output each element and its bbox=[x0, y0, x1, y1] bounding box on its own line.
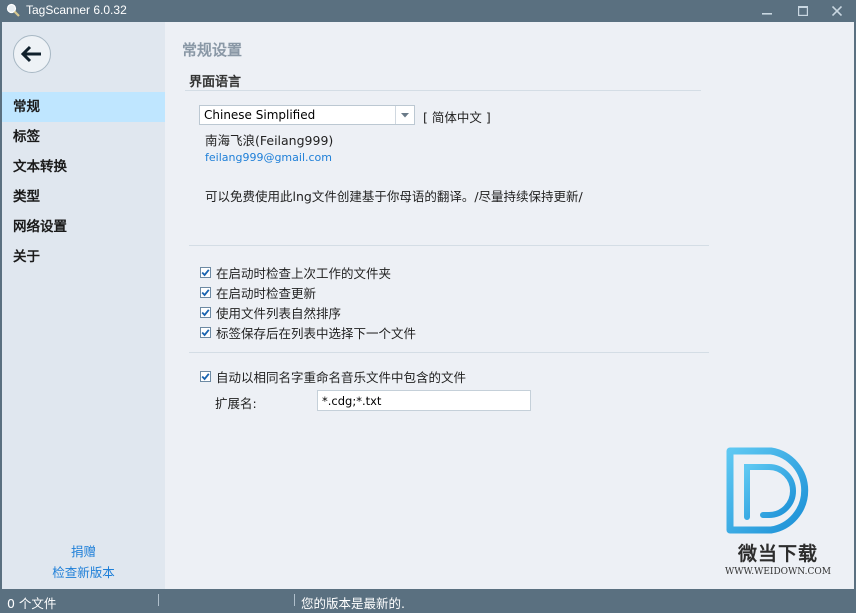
option-label: 在启动时检查上次工作的文件夹 bbox=[216, 265, 392, 281]
extensions-label: 扩展名: bbox=[215, 396, 257, 411]
checkmark-icon bbox=[201, 268, 210, 276]
maximize-button[interactable] bbox=[786, 0, 820, 22]
sidebar: 常规 标签 文本转换 类型 网络设置 关于 捐赠 检查新版本 bbox=[2, 22, 165, 589]
minimize-button[interactable] bbox=[750, 0, 784, 22]
checkmark-icon bbox=[201, 372, 210, 380]
magnifier-icon bbox=[6, 3, 20, 17]
watermark-name: 微当下载 bbox=[737, 543, 818, 565]
status-separator bbox=[294, 594, 295, 606]
status-separator bbox=[158, 594, 159, 606]
back-button[interactable] bbox=[13, 35, 51, 73]
minimize-icon bbox=[762, 13, 772, 15]
option-label: 自动以相同名字重命名音乐文件中包含的文件 bbox=[216, 369, 467, 385]
sidebar-item-network[interactable]: 网络设置 bbox=[2, 212, 165, 242]
close-button[interactable] bbox=[820, 0, 854, 22]
close-icon bbox=[832, 6, 842, 16]
section-title-language: 界面语言 bbox=[189, 75, 242, 90]
dropdown-arrow[interactable] bbox=[395, 106, 414, 124]
checkmark-icon bbox=[201, 328, 210, 336]
option-check-last-folder[interactable]: 在启动时检查上次工作的文件夹 bbox=[200, 263, 391, 281]
watermark-url: WWW.WEIDOWN.COM bbox=[725, 567, 831, 577]
window-client: 常规 标签 文本转换 类型 网络设置 关于 捐赠 检查新版本 常规设置 界面语言… bbox=[2, 22, 854, 589]
option-select-next-after-save[interactable]: 标签保存后在列表中选择下一个文件 bbox=[200, 323, 416, 341]
language-select-value: Chinese Simplified bbox=[204, 108, 316, 122]
sidebar-item-about[interactable]: 关于 bbox=[2, 242, 165, 272]
option-label: 使用文件列表自然排序 bbox=[216, 305, 342, 321]
arrow-left-icon bbox=[21, 45, 41, 63]
sidebar-item-general[interactable]: 常规 bbox=[2, 92, 165, 122]
option-label: 在启动时检查更新 bbox=[216, 285, 317, 301]
donate-link[interactable]: 捐赠 bbox=[2, 541, 165, 560]
extensions-input[interactable] bbox=[317, 390, 531, 411]
translator-name: 南海飞浪(Feilang999) bbox=[205, 133, 334, 148]
section-divider bbox=[189, 352, 709, 353]
status-file-count: 0 个文件 bbox=[7, 596, 57, 611]
checkmark-icon bbox=[201, 308, 210, 316]
title-bar: TagScanner 6.0.32 bbox=[0, 0, 856, 22]
translation-note: 可以免费使用此lng文件创建基于你母语的翻译。/尽量持续保持更新/ bbox=[205, 189, 583, 204]
checkbox[interactable] bbox=[200, 286, 211, 298]
option-check-updates[interactable]: 在启动时检查更新 bbox=[200, 283, 316, 301]
window-title: TagScanner 6.0.32 bbox=[26, 3, 127, 17]
status-bar: 0 个文件 您的版本是最新的. bbox=[0, 589, 856, 613]
settings-panel: 常规设置 界面语言 Chinese Simplified [ 简体中文 ] 南海… bbox=[165, 22, 854, 589]
language-native-name: [ 简体中文 ] bbox=[423, 110, 491, 125]
chevron-down-icon bbox=[401, 112, 409, 117]
check-update-link[interactable]: 检查新版本 bbox=[2, 562, 165, 581]
option-auto-rename-files[interactable]: 自动以相同名字重命名音乐文件中包含的文件 bbox=[200, 367, 466, 385]
checkbox[interactable] bbox=[200, 266, 211, 278]
watermark-logo: 微当下载 WWW.WEIDOWN.COM bbox=[723, 445, 833, 585]
checkbox[interactable] bbox=[200, 306, 211, 318]
section-divider bbox=[189, 245, 709, 246]
checkbox[interactable] bbox=[200, 370, 211, 382]
section-divider bbox=[185, 90, 701, 91]
sidebar-item-tags[interactable]: 标签 bbox=[2, 122, 165, 152]
option-label: 标签保存后在列表中选择下一个文件 bbox=[216, 325, 417, 341]
translator-email-link[interactable]: feilang999@gmail.com bbox=[205, 151, 332, 164]
option-natural-sort[interactable]: 使用文件列表自然排序 bbox=[200, 303, 341, 321]
status-message: 您的版本是最新的. bbox=[301, 596, 405, 611]
weidown-logo-icon bbox=[726, 447, 809, 534]
maximize-icon bbox=[798, 6, 808, 16]
page-title: 常规设置 bbox=[182, 41, 243, 59]
language-select[interactable]: Chinese Simplified bbox=[199, 105, 415, 125]
sidebar-item-text-conversion[interactable]: 文本转换 bbox=[2, 152, 165, 182]
sidebar-item-types[interactable]: 类型 bbox=[2, 182, 165, 212]
checkbox[interactable] bbox=[200, 326, 211, 338]
checkmark-icon bbox=[201, 288, 210, 296]
